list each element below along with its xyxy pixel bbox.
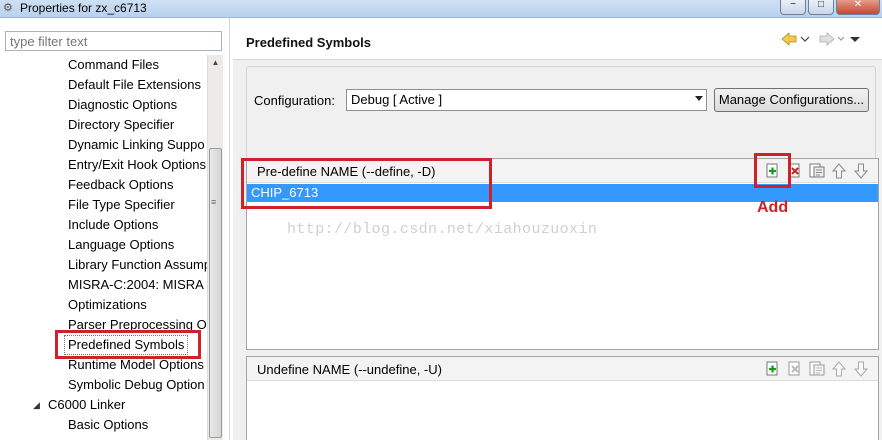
grip-icon: ≡ bbox=[211, 197, 217, 207]
move-up-icon[interactable] bbox=[830, 162, 848, 180]
window-controls: − □ ✕ bbox=[780, 0, 880, 15]
tree-item[interactable]: Dynamic Linking Suppo bbox=[68, 135, 205, 155]
tree-item[interactable]: Basic Options bbox=[68, 415, 148, 435]
minimize-button[interactable]: − bbox=[780, 0, 806, 15]
properties-tree: Command Files Default File Extensions Di… bbox=[0, 55, 207, 440]
add-annotation-label: Add bbox=[757, 199, 789, 216]
forward-arrow-icon[interactable] bbox=[819, 32, 845, 50]
tree-item[interactable]: Diagnostic Options bbox=[68, 95, 177, 115]
close-button[interactable]: ✕ bbox=[836, 0, 880, 15]
tree-scrollbar[interactable]: ▲ ≡ bbox=[207, 55, 223, 440]
page-header: Predefined Symbols bbox=[233, 18, 882, 60]
tree-item[interactable]: MISRA-C:2004: MISRA F bbox=[68, 275, 207, 295]
app-icon: ⚙ bbox=[3, 2, 13, 14]
watermark: http://blog.csdn.net/xiahouzuoxin bbox=[287, 221, 598, 238]
scroll-up-arrow-icon[interactable]: ▲ bbox=[208, 55, 223, 70]
chevron-down-icon bbox=[695, 96, 703, 101]
back-arrow-icon[interactable] bbox=[781, 32, 810, 50]
tree-item[interactable]: Command Files bbox=[68, 55, 159, 75]
filter-input[interactable] bbox=[5, 31, 222, 51]
configuration-select[interactable]: Debug [ Active ] bbox=[346, 89, 707, 111]
edit-icon[interactable] bbox=[808, 162, 826, 180]
undefine-panel: Undefine NAME (--undefine, -U) bbox=[246, 356, 879, 440]
configuration-value: Debug [ Active ] bbox=[351, 92, 443, 107]
tree-item[interactable]: Entry/Exit Hook Options bbox=[68, 155, 206, 175]
move-down-icon[interactable] bbox=[852, 360, 870, 378]
undefine-panel-title: Undefine NAME (--undefine, -U) bbox=[257, 362, 442, 377]
highlight-box-add bbox=[754, 153, 791, 188]
highlight-box-predefine bbox=[241, 158, 492, 209]
move-down-icon[interactable] bbox=[852, 162, 870, 180]
delete-icon[interactable] bbox=[786, 360, 804, 378]
tree-item[interactable]: Feedback Options bbox=[68, 175, 174, 195]
configuration-label: Configuration: bbox=[254, 93, 335, 108]
left-pane: Command Files Default File Extensions Di… bbox=[0, 18, 230, 440]
add-icon[interactable] bbox=[764, 360, 782, 378]
tree-item-c6000-linker[interactable]: C6000 Linker bbox=[48, 395, 125, 415]
title-bar: ⚙ Properties for zx_c6713 − □ ✕ bbox=[0, 0, 882, 18]
tree-item[interactable]: Symbolic Debug Option bbox=[68, 375, 205, 395]
manage-configurations-button[interactable]: Manage Configurations... bbox=[714, 88, 869, 112]
maximize-button[interactable]: □ bbox=[808, 0, 834, 15]
tree-item[interactable]: File Type Specifier bbox=[68, 195, 175, 215]
tree-item[interactable]: Optimizations bbox=[68, 295, 147, 315]
expand-toggle-icon[interactable]: ◢ bbox=[33, 395, 43, 415]
edit-icon[interactable] bbox=[808, 360, 826, 378]
tree-item[interactable]: Include Options bbox=[68, 215, 158, 235]
tree-item[interactable]: Directory Specifier bbox=[68, 115, 174, 135]
window-title: Properties for zx_c6713 bbox=[20, 1, 147, 15]
tree-item[interactable]: Default File Extensions bbox=[68, 75, 201, 95]
undefine-panel-header: Undefine NAME (--undefine, -U) bbox=[247, 357, 878, 381]
page-title: Predefined Symbols bbox=[246, 35, 371, 50]
move-up-icon[interactable] bbox=[830, 360, 848, 378]
tree-item[interactable]: Language Options bbox=[68, 235, 174, 255]
configuration-group bbox=[246, 66, 876, 160]
scrollbar-thumb[interactable] bbox=[209, 148, 222, 438]
tree-item[interactable]: Library Function Assump bbox=[68, 255, 207, 275]
highlight-box-tree-item bbox=[55, 330, 201, 359]
undefine-toolbar bbox=[764, 360, 870, 378]
view-menu-icon[interactable] bbox=[849, 32, 861, 50]
